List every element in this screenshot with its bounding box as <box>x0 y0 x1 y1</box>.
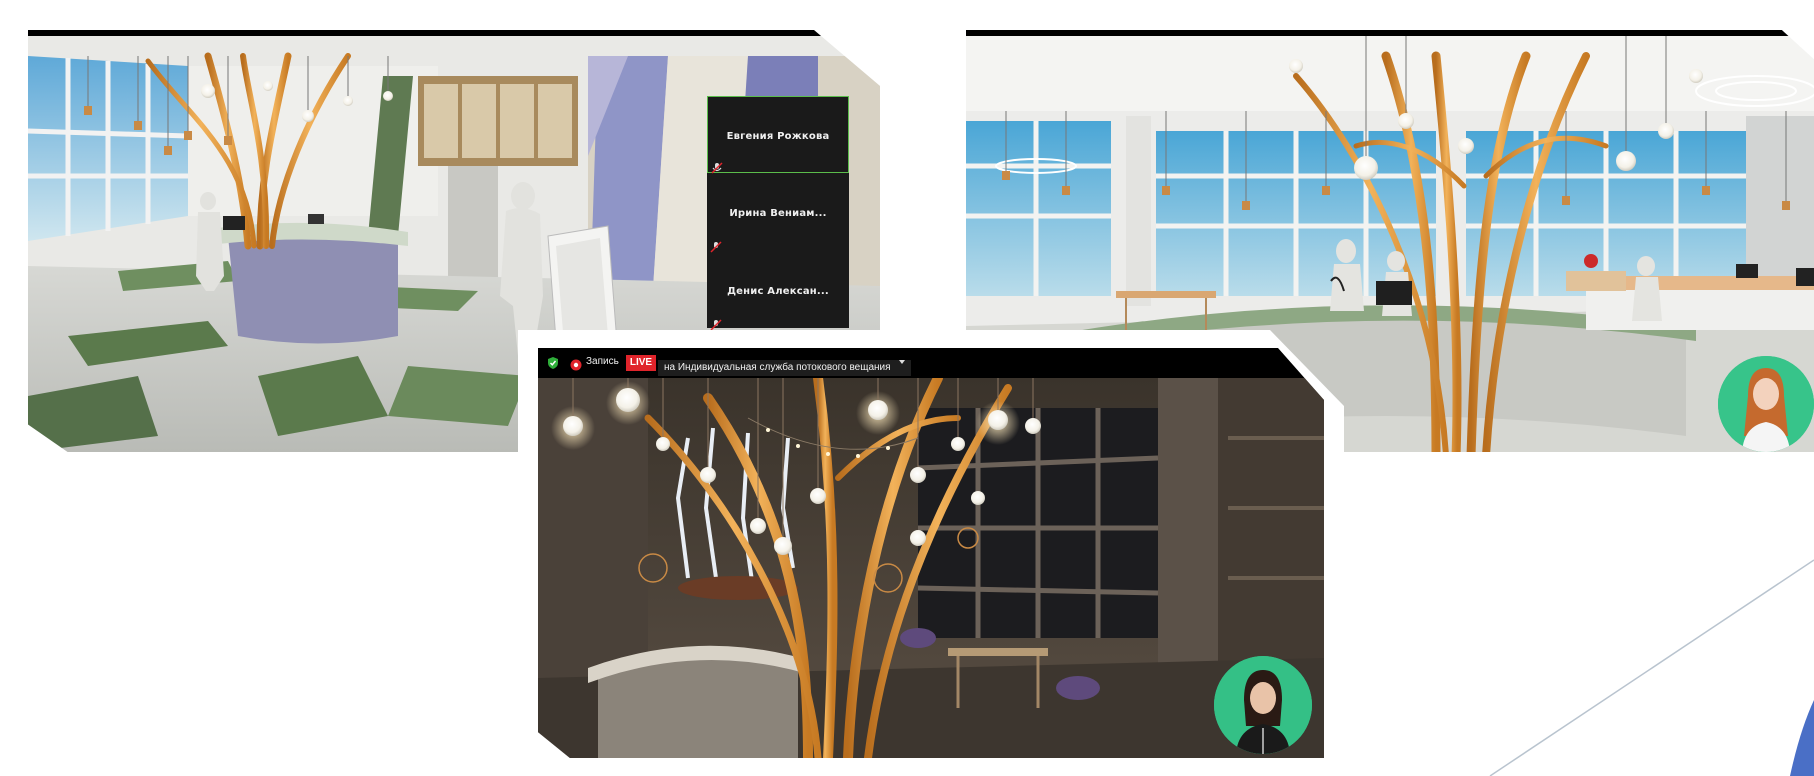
participant-name: Денис Алексан... <box>727 286 829 297</box>
participant-tile[interactable]: Евгения Рожкова <box>707 96 849 174</box>
participant-name: Евгения Рожкова <box>726 131 830 142</box>
center-stream-view: Запись LIVE на Индивидуальная служба пот… <box>538 348 1324 758</box>
muted-mic-icon <box>710 238 722 253</box>
participant-tile[interactable]: Денис Алексан... <box>707 252 849 331</box>
recording-label[interactable]: Запись <box>586 354 619 370</box>
stream-toolbar: Запись LIVE на Индивидуальная служба пот… <box>538 348 1324 378</box>
security-shield-icon <box>546 355 560 374</box>
participant-name: Ирина Вениам... <box>729 208 827 219</box>
stream-target-dropdown[interactable]: на Индивидуальная служба потокового веща… <box>658 355 911 376</box>
muted-mic-icon <box>711 159 723 174</box>
center-interior-render <box>538 378 1324 758</box>
muted-mic-icon <box>710 316 722 331</box>
center-screenshot-frame: Запись LIVE на Индивидуальная служба пот… <box>518 330 1344 776</box>
chevron-down-icon <box>898 360 905 364</box>
participants-panel: Евгения Рожкова Ирина Вениам... Денис Ал… <box>707 96 849 331</box>
stream-target-label: на Индивидуальная служба потокового веща… <box>658 360 911 376</box>
record-icon <box>570 356 582 375</box>
presenter-avatar <box>1214 656 1312 754</box>
participant-tile[interactable]: Ирина Вениам... <box>707 174 849 253</box>
live-badge: LIVE <box>626 355 656 371</box>
presenter-avatar <box>1718 356 1814 452</box>
